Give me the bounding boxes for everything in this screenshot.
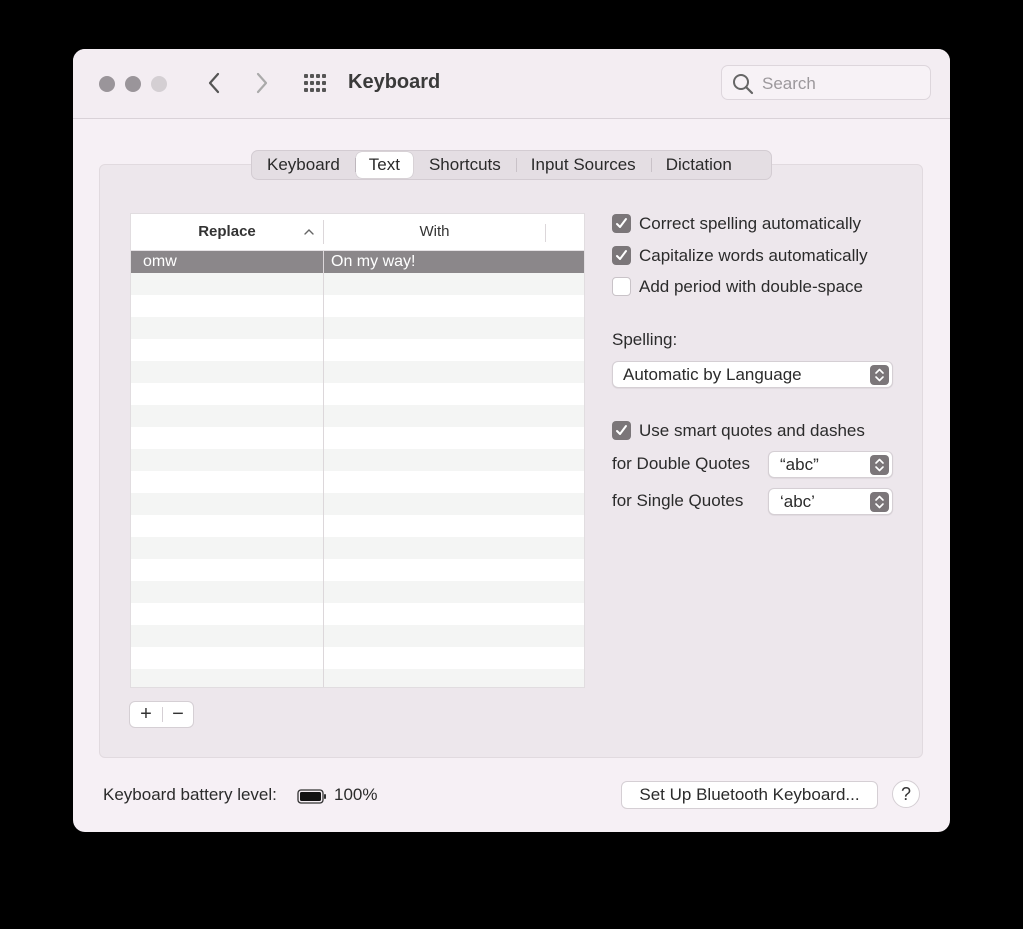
smart-quotes-label[interactable]: Use smart quotes and dashes	[639, 421, 865, 441]
add-button[interactable]: +	[130, 702, 162, 727]
table-header: Replace With	[131, 214, 584, 251]
tab-input-sources[interactable]: Input Sources	[516, 152, 652, 178]
preferences-window: Keyboard Keyboard Text Shortcuts Input S…	[73, 49, 950, 832]
add-remove-control: + −	[129, 701, 194, 728]
spelling-language-popup[interactable]: Automatic by Language	[612, 361, 893, 388]
empty-table-row	[131, 361, 584, 383]
empty-table-row	[131, 273, 584, 295]
checkmark-icon	[616, 250, 627, 260]
text-replacement-table[interactable]: Replace With omw On my way!	[130, 213, 585, 688]
checkmark-icon	[616, 425, 627, 435]
sort-ascending-icon	[304, 229, 314, 235]
column-divider-line	[323, 251, 324, 687]
replace-cell: omw	[143, 253, 177, 270]
single-quotes-label: for Single Quotes	[612, 491, 744, 510]
add-period-label[interactable]: Add period with double-space	[639, 277, 863, 297]
double-quotes-label: for Double Quotes	[612, 454, 750, 473]
add-period-checkbox[interactable]	[612, 277, 631, 296]
search-icon	[733, 74, 754, 95]
table-row[interactable]: omw On my way!	[131, 251, 584, 273]
battery-level-label: Keyboard battery level:	[103, 785, 277, 804]
title-bar: Keyboard	[73, 49, 950, 119]
single-quotes-value: ‘abc’	[780, 492, 815, 511]
double-quotes-popup[interactable]: “abc”	[768, 451, 893, 478]
empty-table-row	[131, 317, 584, 339]
smart-quotes-checkbox[interactable]	[612, 421, 631, 440]
column-header-with[interactable]: With	[324, 214, 545, 250]
search-input[interactable]	[760, 72, 924, 96]
correct-spelling-label[interactable]: Correct spelling automatically	[639, 214, 861, 234]
empty-table-row	[131, 471, 584, 493]
popup-arrows-icon	[870, 365, 889, 385]
capitalize-words-checkbox[interactable]	[612, 246, 631, 265]
column-divider[interactable]	[545, 224, 546, 242]
empty-table-row	[131, 493, 584, 515]
empty-table-row	[131, 405, 584, 427]
checkmark-icon	[616, 218, 627, 228]
double-quotes-value: “abc”	[780, 455, 819, 474]
empty-table-row	[131, 669, 584, 687]
window-title: Keyboard	[348, 71, 441, 93]
tab-dictation[interactable]: Dictation	[651, 152, 747, 178]
empty-table-row	[131, 603, 584, 625]
capitalize-words-label[interactable]: Capitalize words automatically	[639, 246, 868, 266]
chevron-right-icon	[256, 72, 268, 94]
tab-text[interactable]: Text	[355, 152, 413, 178]
battery-icon	[297, 789, 326, 804]
empty-table-row	[131, 625, 584, 647]
forward-button[interactable]	[247, 68, 277, 98]
empty-table-row	[131, 537, 584, 559]
empty-table-row	[131, 295, 584, 317]
tab-shortcuts[interactable]: Shortcuts	[414, 152, 517, 178]
popup-arrows-icon	[870, 492, 889, 512]
empty-table-row	[131, 339, 584, 361]
remove-button[interactable]: −	[162, 702, 194, 727]
empty-table-row	[131, 559, 584, 581]
minimize-window-button[interactable]	[125, 76, 141, 92]
empty-table-row	[131, 515, 584, 537]
tab-keyboard[interactable]: Keyboard	[252, 152, 356, 178]
show-all-button[interactable]	[302, 72, 328, 94]
popup-arrows-icon	[870, 455, 889, 475]
empty-table-row	[131, 383, 584, 405]
zoom-window-button[interactable]	[151, 76, 167, 92]
setup-bluetooth-keyboard-button[interactable]: Set Up Bluetooth Keyboard...	[621, 781, 878, 809]
single-quotes-popup[interactable]: ‘abc’	[768, 488, 893, 515]
close-window-button[interactable]	[99, 76, 115, 92]
column-header-replace[interactable]: Replace	[131, 214, 323, 250]
table-body: omw On my way!	[131, 251, 584, 687]
empty-table-row	[131, 581, 584, 603]
empty-table-row	[131, 427, 584, 449]
empty-table-row	[131, 647, 584, 669]
with-cell: On my way!	[331, 253, 416, 270]
correct-spelling-checkbox[interactable]	[612, 214, 631, 233]
empty-table-row	[131, 449, 584, 471]
spelling-value: Automatic by Language	[623, 365, 802, 384]
help-button[interactable]: ?	[892, 780, 920, 808]
back-button[interactable]	[199, 68, 229, 98]
search-field[interactable]	[721, 65, 931, 100]
spelling-label: Spelling:	[612, 330, 678, 349]
grid-icon	[304, 74, 326, 92]
chevron-left-icon	[208, 72, 220, 94]
tab-bar: Keyboard Text Shortcuts Input Sources Di…	[251, 150, 772, 180]
battery-percent: 100%	[334, 785, 378, 804]
